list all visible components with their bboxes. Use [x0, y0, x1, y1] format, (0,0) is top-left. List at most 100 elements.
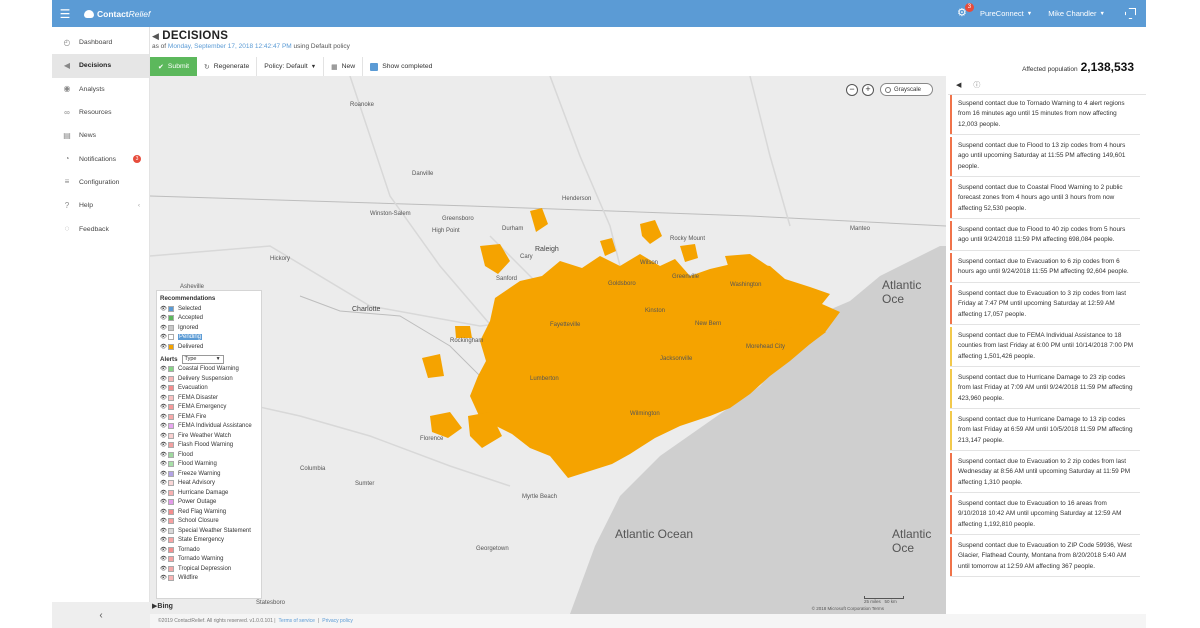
eye-icon[interactable]: 👁	[160, 334, 168, 340]
eye-icon[interactable]: 👁	[160, 414, 168, 420]
legend-item[interactable]: 👁 Delivered	[160, 342, 258, 352]
sidebar-collapse-button[interactable]: ‹	[52, 602, 150, 628]
legend-item[interactable]: 👁 Tornado Warning	[160, 555, 258, 565]
eye-icon[interactable]: 👁	[160, 325, 168, 331]
user-dropdown[interactable]: Mike Chandler ▼	[1048, 9, 1105, 18]
legend-item[interactable]: 👁 Wildfire	[160, 574, 258, 584]
eye-icon[interactable]: 👁	[160, 442, 168, 448]
legend-item[interactable]: 👁 FEMA Fire	[160, 412, 258, 422]
legend-item[interactable]: 👁 Coastal Flood Warning	[160, 365, 258, 375]
legend-item[interactable]: 👁 Red Flag Warning	[160, 507, 258, 517]
eye-icon[interactable]: 👁	[160, 537, 168, 543]
legend-item[interactable]: 👁 Evacuation	[160, 384, 258, 394]
decision-card[interactable]: Suspend contact due to Flood to 40 zip c…	[950, 221, 1140, 251]
legend-item[interactable]: 👁 School Closure	[160, 517, 258, 527]
eye-icon[interactable]: 👁	[160, 366, 168, 372]
decision-card[interactable]: Suspend contact due to FEMA Individual A…	[950, 327, 1140, 368]
decision-card[interactable]: Suspend contact due to Evacuation to 16 …	[950, 495, 1140, 536]
eye-icon[interactable]: 👁	[160, 499, 168, 505]
tab-info-icon[interactable]: ⓘ	[973, 80, 980, 90]
submit-button[interactable]: ✔ Submit	[150, 57, 198, 76]
eye-icon[interactable]: 👁	[160, 452, 168, 458]
legend-item[interactable]: 👁 Accepted	[160, 314, 258, 324]
zoom-out-button[interactable]: −	[846, 83, 858, 96]
sidebar-item-dashboard[interactable]: ◴ Dashboard	[52, 31, 149, 54]
eye-icon[interactable]: 👁	[160, 575, 168, 581]
map-view[interactable]: Charlotte Raleigh Durham Greensboro Wins…	[150, 76, 946, 614]
legend-item[interactable]: 👁 Freeze Warning	[160, 469, 258, 479]
eye-icon[interactable]: 👁	[160, 306, 168, 312]
eye-icon[interactable]: 👁	[160, 518, 168, 524]
legend-item[interactable]: 👁 FEMA Individual Assistance	[160, 422, 258, 432]
eye-icon[interactable]: 👁	[160, 509, 168, 515]
legend-item[interactable]: 👁 Special Weather Statement	[160, 526, 258, 536]
eye-icon[interactable]: 👁	[160, 471, 168, 477]
decision-card[interactable]: Suspend contact due to Hurricane Damage …	[950, 411, 1140, 452]
eye-icon[interactable]: 👁	[160, 566, 168, 572]
sidebar-item-news[interactable]: ▤ News	[52, 124, 149, 147]
policy-dropdown[interactable]: Policy: Default ▼	[257, 57, 325, 76]
legend-item[interactable]: 👁 Ignored	[160, 323, 258, 333]
legend-item[interactable]: 👁 Selected	[160, 304, 258, 314]
eye-icon[interactable]: 👁	[160, 315, 168, 321]
legend-item[interactable]: 👁 FEMA Emergency	[160, 403, 258, 413]
sidebar-item-analysts[interactable]: ◉ Analysts	[52, 78, 149, 101]
alerts-icon[interactable]: ⚙ 3	[954, 2, 974, 22]
hamburger-menu-icon[interactable]: ☰	[52, 0, 78, 27]
eye-icon[interactable]: 👁	[160, 528, 168, 534]
legend-item[interactable]: 👁 Flood Warning	[160, 460, 258, 470]
eye-icon[interactable]: 👁	[160, 480, 168, 486]
eye-icon[interactable]: 👁	[160, 490, 168, 496]
legend-item[interactable]: 👁 Power Outage	[160, 498, 258, 508]
decision-card[interactable]: Suspend contact due to Hurricane Damage …	[950, 369, 1140, 410]
legend-item[interactable]: 👁 Flash Flood Warning	[160, 441, 258, 451]
decision-text: Suspend contact due to Coastal Flood War…	[958, 184, 1123, 212]
eye-icon[interactable]: 👁	[160, 395, 168, 401]
legend-item[interactable]: 👁 Tropical Depression	[160, 564, 258, 574]
sidebar-item-notifications[interactable]: ◔ Notifications 3	[52, 147, 149, 170]
terms-link[interactable]: Terms of service	[279, 618, 315, 624]
decision-card[interactable]: Suspend contact due to Evacuation to 2 z…	[950, 453, 1140, 494]
legend-item[interactable]: 👁 State Emergency	[160, 536, 258, 546]
decision-card[interactable]: Suspend contact due to Flood to 13 zip c…	[950, 137, 1140, 178]
legend-item[interactable]: 👁 Delivery Suspension	[160, 374, 258, 384]
legend-item[interactable]: 👁 FEMA Disaster	[160, 393, 258, 403]
legend-item[interactable]: 👁 Fire Weather Watch	[160, 431, 258, 441]
decision-card[interactable]: Suspend contact due to Evacuation to 6 z…	[950, 253, 1140, 283]
brand-logo[interactable]: Contact Relief	[84, 9, 150, 19]
eye-icon[interactable]: 👁	[160, 547, 168, 553]
zoom-in-button[interactable]: +	[862, 83, 874, 96]
decision-card[interactable]: Suspend contact due to Tornado Warning t…	[950, 95, 1140, 136]
tab-decisions-megaphone-icon[interactable]: ◀	[956, 81, 961, 89]
new-button[interactable]: ▦ New	[324, 57, 364, 76]
legend-item[interactable]: 👁 Tornado	[160, 545, 258, 555]
sidebar-item-feedback[interactable]: ◌ Feedback	[52, 217, 149, 240]
eye-icon[interactable]: 👁	[160, 461, 168, 467]
grayscale-toggle[interactable]: Grayscale	[880, 83, 933, 96]
eye-icon[interactable]: 👁	[160, 385, 168, 391]
privacy-link[interactable]: Privacy policy	[322, 618, 353, 624]
sidebar-item-resources[interactable]: ∞ Resources	[52, 101, 149, 124]
decision-card[interactable]: Suspend contact due to Evacuation to 3 z…	[950, 285, 1140, 326]
sidebar-item-decisions[interactable]: ◀ Decisions	[52, 54, 149, 78]
decision-card[interactable]: Suspend contact due to Evacuation to ZIP…	[950, 537, 1140, 578]
tenant-dropdown[interactable]: PureConnect ▼	[980, 9, 1032, 18]
sidebar-item-help[interactable]: ? Help ‹	[52, 194, 149, 217]
eye-icon[interactable]: 👁	[160, 376, 168, 382]
fullscreen-icon[interactable]	[1125, 8, 1136, 19]
legend-item[interactable]: 👁 Flood	[160, 450, 258, 460]
eye-icon[interactable]: 👁	[160, 344, 168, 350]
show-completed-toggle[interactable]: Show completed	[363, 57, 439, 76]
legend-item[interactable]: 👁 Hurricane Damage	[160, 488, 258, 498]
legend-item[interactable]: 👁 Pending	[160, 333, 258, 343]
sidebar-item-configuration[interactable]: ≡ Configuration	[52, 171, 149, 194]
eye-icon[interactable]: 👁	[160, 556, 168, 562]
map-canvas[interactable]	[150, 76, 946, 614]
alerts-type-select[interactable]: Type ▼	[181, 354, 224, 364]
eye-icon[interactable]: 👁	[160, 404, 168, 410]
eye-icon[interactable]: 👁	[160, 433, 168, 439]
decision-card[interactable]: Suspend contact due to Coastal Flood War…	[950, 179, 1140, 220]
legend-item[interactable]: 👁 Heat Advisory	[160, 479, 258, 489]
eye-icon[interactable]: 👁	[160, 423, 168, 429]
regenerate-button[interactable]: ↻ Regenerate	[197, 57, 258, 76]
